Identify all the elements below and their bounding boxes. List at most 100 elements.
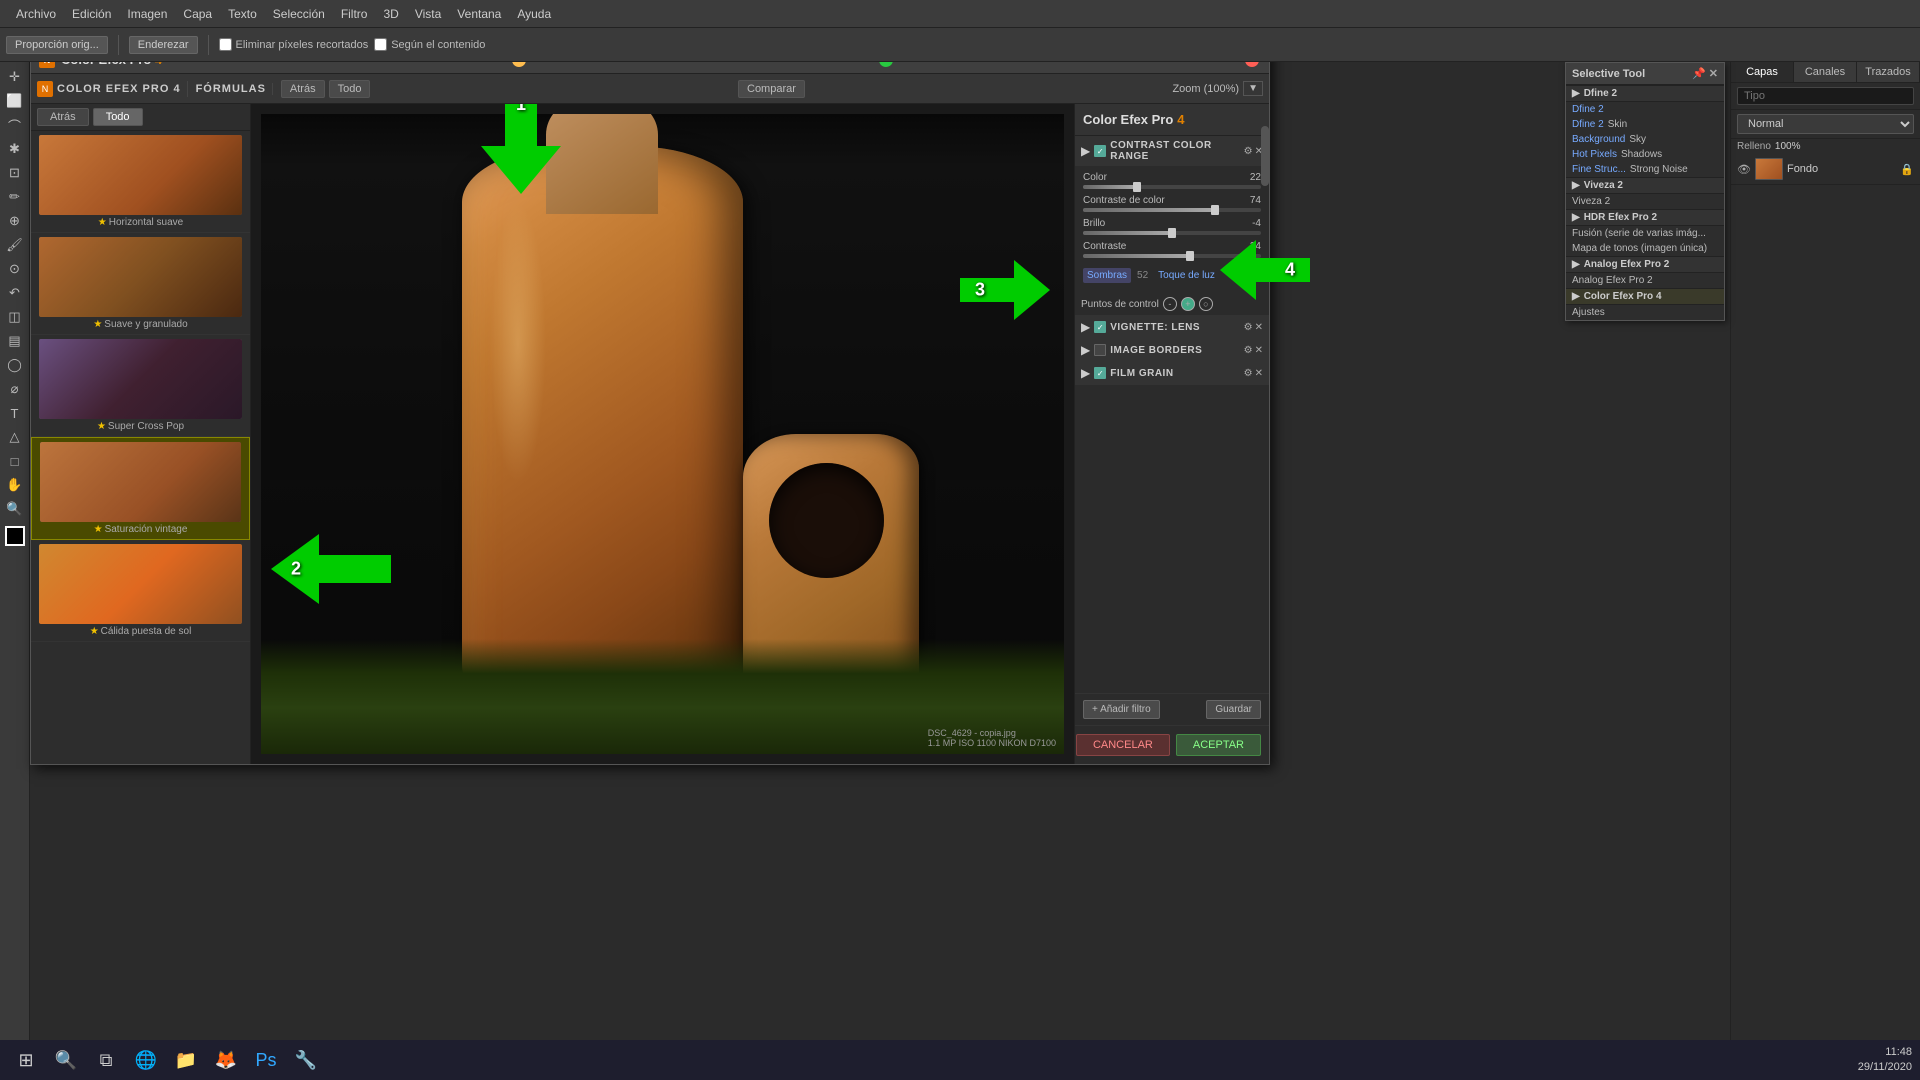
- btn-atras[interactable]: Atrás: [281, 80, 325, 98]
- filter-item-3[interactable]: ★Saturación vintage: [31, 437, 250, 540]
- taskbar-browser[interactable]: 🦊: [208, 1042, 244, 1078]
- menu-archivo[interactable]: Archivo: [8, 5, 64, 23]
- lasso-tool[interactable]: ⌒: [4, 114, 26, 136]
- pen-tool[interactable]: ⌀: [4, 378, 26, 400]
- menu-capa[interactable]: Capa: [175, 5, 220, 23]
- sel-section-viveza[interactable]: ▶ Viveza 2: [1566, 177, 1724, 194]
- ps-search-input[interactable]: [1737, 87, 1914, 105]
- taskbar-task-view[interactable]: ⧉: [88, 1042, 124, 1078]
- taskbar-file-explorer[interactable]: 📁: [168, 1042, 204, 1078]
- menu-3d[interactable]: 3D: [375, 5, 406, 23]
- marquee-tool[interactable]: ⬜: [4, 90, 26, 112]
- btn-comparar[interactable]: Comparar: [738, 80, 805, 98]
- toque-de-luz-tab[interactable]: Toque de luz: [1154, 268, 1219, 283]
- menu-ayuda[interactable]: Ayuda: [509, 5, 559, 23]
- section-vignette-header[interactable]: ▶ ✓ VIGNETTE: LENS ⚙ ✕: [1075, 316, 1269, 338]
- enderezar-btn[interactable]: Enderezar: [129, 36, 198, 54]
- section-fg-settings[interactable]: ⚙: [1244, 368, 1253, 379]
- slider-color-thumb[interactable]: [1133, 182, 1141, 192]
- hand-tool[interactable]: ✋: [4, 474, 26, 496]
- taskbar-search[interactable]: 🔍: [48, 1042, 84, 1078]
- taskbar-edge[interactable]: 🌐: [128, 1042, 164, 1078]
- menu-edicion[interactable]: Edición: [64, 5, 119, 23]
- brush-tool[interactable]: 🖌: [4, 234, 26, 256]
- filter-item-4[interactable]: ★Cálida puesta de sol: [31, 540, 250, 642]
- section-ib-check[interactable]: [1094, 344, 1106, 356]
- filter-item-1[interactable]: ★Suave y granulado: [31, 233, 250, 335]
- taskbar-app[interactable]: 🔧: [288, 1042, 324, 1078]
- tab-atras[interactable]: Atrás: [37, 108, 89, 126]
- section-vignette-settings[interactable]: ⚙: [1244, 322, 1253, 333]
- sel-section-analog[interactable]: ▶ Analog Efex Pro 2: [1566, 256, 1724, 273]
- slider-cc-track[interactable]: [1083, 208, 1261, 212]
- gradient-tool[interactable]: ▤: [4, 330, 26, 352]
- menu-seleccion[interactable]: Selección: [265, 5, 333, 23]
- sel-section-dfine[interactable]: ▶ Dfine 2: [1566, 85, 1724, 102]
- path-tool[interactable]: △: [4, 426, 26, 448]
- taskbar-ps[interactable]: Ps: [248, 1042, 284, 1078]
- segun-check[interactable]: [374, 38, 387, 51]
- layer-lock-icon[interactable]: 🔒: [1900, 163, 1914, 176]
- sombras-tab[interactable]: Sombras: [1083, 268, 1131, 283]
- taskbar-start[interactable]: ⊞: [8, 1042, 44, 1078]
- menu-imagen[interactable]: Imagen: [119, 5, 175, 23]
- history-tool[interactable]: ↶: [4, 282, 26, 304]
- menu-ventana[interactable]: Ventana: [449, 5, 509, 23]
- menu-vista[interactable]: Vista: [407, 5, 449, 23]
- tab-trazados[interactable]: Trazados: [1857, 62, 1920, 82]
- eliminar-check[interactable]: [219, 38, 232, 51]
- section-ccr-check[interactable]: ✓: [1094, 145, 1106, 157]
- puntos-target[interactable]: ○: [1199, 297, 1213, 311]
- slider-contraste-track[interactable]: [1083, 254, 1261, 258]
- menu-filtro[interactable]: Filtro: [333, 5, 376, 23]
- sel-section-color-efex[interactable]: ▶ Color Efex Pro 4: [1566, 288, 1724, 305]
- btn-anadir-filtro[interactable]: + Añadir filtro: [1083, 700, 1160, 719]
- slider-brillo-thumb[interactable]: [1168, 228, 1176, 238]
- blend-mode-select[interactable]: Normal: [1737, 114, 1914, 134]
- filter-item-0[interactable]: ★Horizontal suave: [31, 131, 250, 233]
- magic-wand-tool[interactable]: ✱: [4, 138, 26, 160]
- zoom-tool[interactable]: 🔍: [4, 498, 26, 520]
- section-ib-settings[interactable]: ⚙: [1244, 345, 1253, 356]
- foreground-color[interactable]: [5, 526, 25, 546]
- selective-close[interactable]: ✕: [1709, 67, 1718, 80]
- slider-brillo-track[interactable]: [1083, 231, 1261, 235]
- tab-todo[interactable]: Todo: [93, 108, 143, 126]
- section-fg-check[interactable]: ✓: [1094, 367, 1106, 379]
- slider-cc-thumb[interactable]: [1211, 205, 1219, 215]
- slider-contraste-thumb[interactable]: [1186, 251, 1194, 261]
- layer-fondo[interactable]: 👁 Fondo 🔒: [1731, 154, 1920, 185]
- sel-section-hdr[interactable]: ▶ HDR Efex Pro 2: [1566, 209, 1724, 226]
- heal-tool[interactable]: ⊕: [4, 210, 26, 232]
- dodge-tool[interactable]: ◯: [4, 354, 26, 376]
- btn-guardar[interactable]: Guardar: [1206, 700, 1261, 719]
- section-fg-header[interactable]: ▶ ✓ FILM GRAIN ⚙ ✕: [1075, 362, 1269, 384]
- menu-texto[interactable]: Texto: [220, 5, 265, 23]
- selective-pin[interactable]: 📌: [1692, 67, 1706, 80]
- eraser-tool[interactable]: ◫: [4, 306, 26, 328]
- tab-capas[interactable]: Capas: [1731, 62, 1794, 82]
- puntos-remove[interactable]: -: [1163, 297, 1177, 311]
- section-vignette-check[interactable]: ✓: [1094, 321, 1106, 333]
- btn-cancelar[interactable]: CANCELAR: [1076, 734, 1170, 756]
- section-ccr-settings[interactable]: ⚙: [1244, 146, 1253, 157]
- clone-tool[interactable]: ⊙: [4, 258, 26, 280]
- move-tool[interactable]: ✛: [4, 66, 26, 88]
- puntos-add[interactable]: +: [1181, 297, 1195, 311]
- zoom-dropdown[interactable]: ▼: [1243, 81, 1263, 96]
- ratio-select[interactable]: Proporción orig...: [6, 36, 108, 54]
- slider-color-track[interactable]: [1083, 185, 1261, 189]
- layer-visibility-icon[interactable]: 👁: [1737, 163, 1751, 176]
- filter-item-2[interactable]: ★Super Cross Pop: [31, 335, 250, 437]
- crop-tool[interactable]: ⊡: [4, 162, 26, 184]
- slider-contraste-label: Contraste 34: [1083, 241, 1261, 252]
- eyedropper-tool[interactable]: ✏: [4, 186, 26, 208]
- section-ccr-header[interactable]: ▶ ✓ CONTRAST COLOR RANGE ⚙ ✕: [1075, 136, 1269, 166]
- section-ib-header[interactable]: ▶ IMAGE BORDERS ⚙ ✕: [1075, 339, 1269, 361]
- btn-todo[interactable]: Todo: [329, 80, 371, 98]
- btn-aceptar[interactable]: ACEPTAR: [1176, 734, 1261, 756]
- slider-cc-fill: [1083, 208, 1215, 212]
- tab-canales[interactable]: Canales: [1794, 62, 1857, 82]
- shape-tool[interactable]: □: [4, 450, 26, 472]
- text-tool[interactable]: T: [4, 402, 26, 424]
